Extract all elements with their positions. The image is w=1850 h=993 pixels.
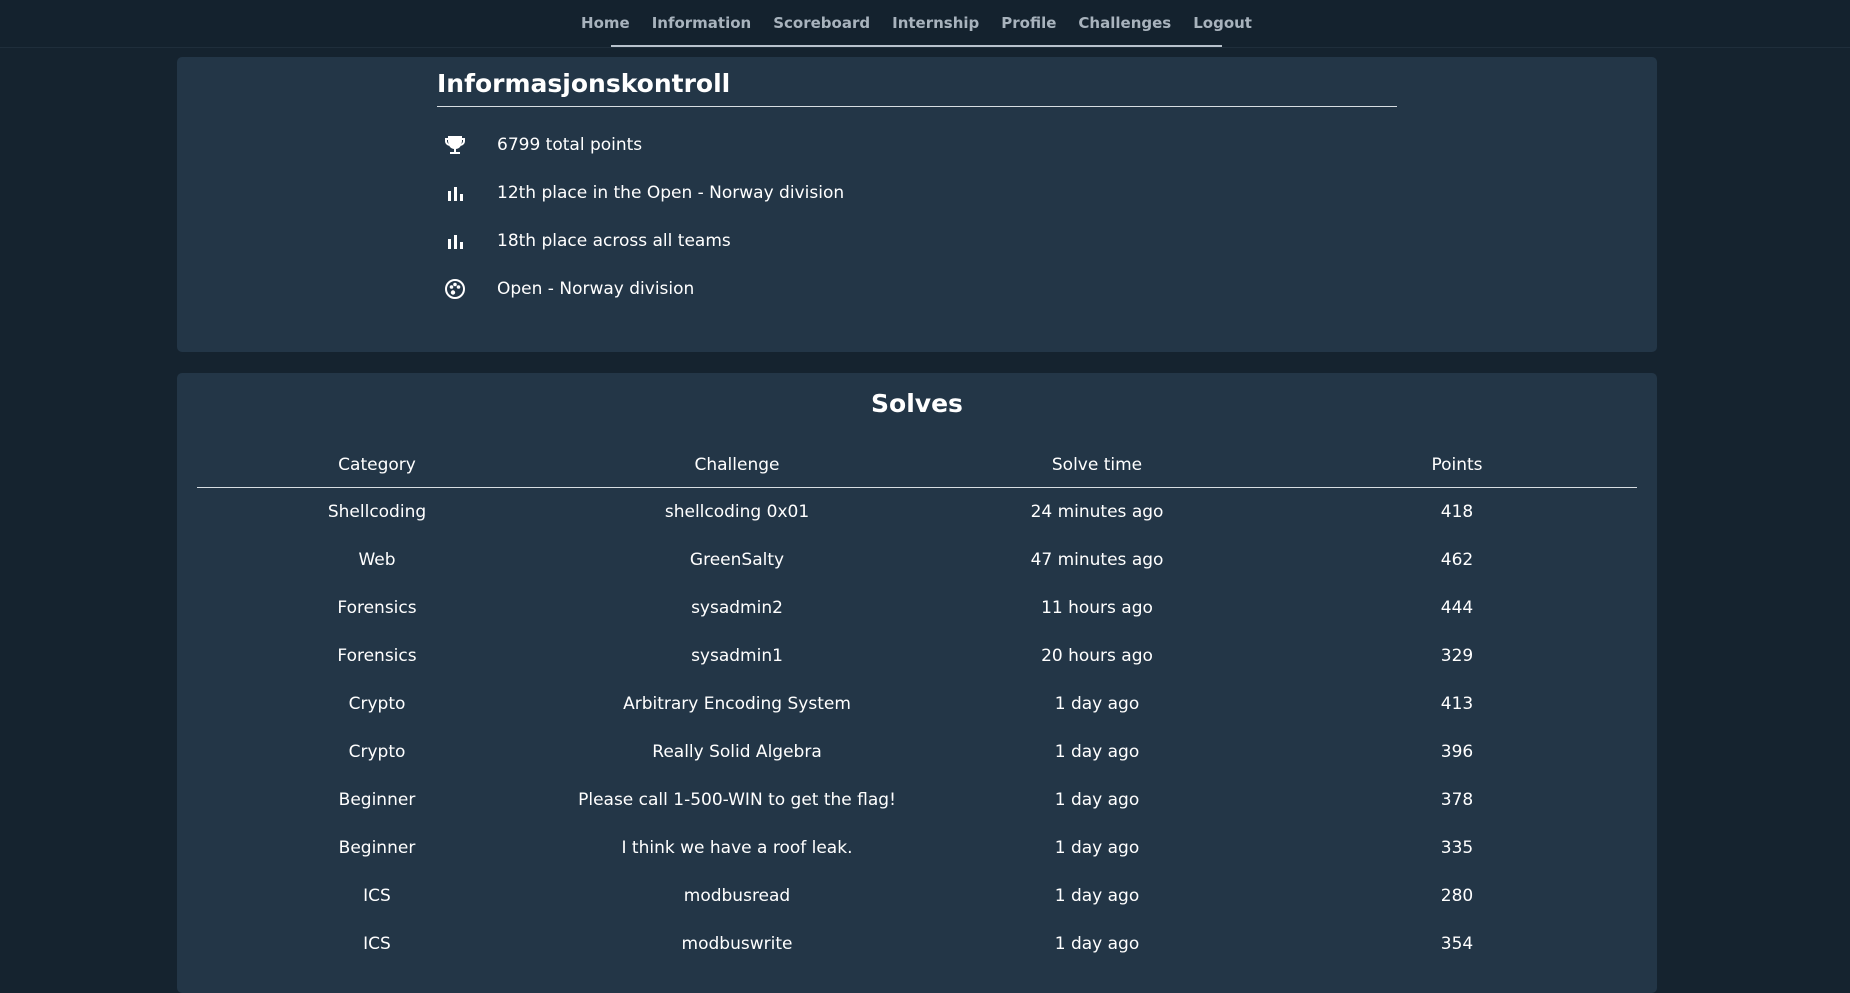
table-row: Crypto Really Solid Algebra 1 day ago 396 [197,728,1637,776]
stat-text: 12th place in the Open - Norway division [497,183,845,203]
challenge-cell: Please call 1-500-WIN to get the flag! [578,790,896,810]
stat-division-place: 12th place in the Open - Norway division [441,178,844,208]
category-cell: Shellcoding [327,502,427,522]
solve-time-cell: 1 day ago [1054,934,1140,954]
points-cell: 378 [1440,790,1474,810]
table-row: ICS modbusread 1 day ago 280 [197,872,1637,920]
challenge-cell: Really Solid Algebra [652,742,822,762]
solve-time-cell: 1 day ago [1054,694,1140,714]
category-cell: Beginner [338,838,416,858]
table-row: Crypto Arbitrary Encoding System 1 day ago… [197,680,1637,728]
solve-time-cell: 47 minutes ago [1030,550,1164,570]
challenge-cell: I think we have a roof leak. [621,838,853,858]
points-cell: 444 [1440,598,1474,618]
challenge-cell: sysadmin1 [691,646,783,666]
solve-time-cell: 1 day ago [1054,838,1140,858]
solves-title: Solves [871,389,963,418]
solve-time-cell: 1 day ago [1054,790,1140,810]
points-cell: 329 [1440,646,1474,666]
nav-profile-link[interactable]: Profile [990,14,1067,32]
category-cell: Crypto [348,694,406,714]
nav-information-link[interactable]: Information [641,14,763,32]
category-cell: Beginner [338,790,416,810]
points-cell: 462 [1440,550,1474,570]
solves-table-body: Shellcoding shellcoding 0x01 24 minutes ag… [197,488,1637,969]
stat-text: 6799 total points [497,135,643,155]
table-row: Web GreenSalty 47 minutes ago 462 [197,536,1637,584]
challenge-cell: GreenSalty [689,550,785,570]
table-row: Shellcoding shellcoding 0x01 24 minutes ag… [197,488,1637,537]
solve-time-cell: 1 day ago [1054,742,1140,762]
challenge-cell: modbuswrite [681,934,793,954]
points-cell: 413 [1440,694,1474,714]
points-cell: 280 [1440,886,1474,906]
solve-time-cell: 11 hours ago [1041,598,1153,618]
category-cell: Crypto [348,742,406,762]
stat-text: 18th place across all teams [497,231,731,251]
nav-home-link[interactable]: Home [570,14,641,32]
solves-card: Solves Category Challenge Solve time Poi… [177,373,1657,993]
nav-challenges-link[interactable]: Challenges [1067,14,1182,32]
team-name: Informasjonskontroll [437,69,1397,107]
nav-internship-link[interactable]: Internship [881,14,990,32]
points-cell: 396 [1440,742,1474,762]
table-row: Beginner Please call 1-500-WIN to get the… [197,776,1637,824]
stat-overall-place: 18th place across all teams [441,226,731,256]
stat-division: Open - Norway division [441,274,694,304]
stat-text: Open - Norway division [497,279,695,299]
team-card: Informasjonskontroll 6799 total points 1… [177,57,1657,352]
table-row: Forensics sysadmin1 20 hours ago 329 [197,632,1637,680]
palette-icon [441,275,469,303]
category-cell: Forensics [337,646,417,666]
nav-links: Home Information Scoreboard Internship Profi… [581,0,1252,47]
points-cell: 418 [1440,502,1474,522]
category-cell: ICS [363,886,391,906]
bar-chart-icon [441,179,469,207]
solve-time-cell: 1 day ago [1054,886,1140,906]
challenge-cell: Arbitrary Encoding System [623,694,851,714]
column-header-category: Category [197,443,557,488]
table-row: Forensics sysadmin2 11 hours ago 444 [197,584,1637,632]
points-cell: 335 [1440,838,1474,858]
nav-scoreboard-link[interactable]: Scoreboard [762,14,881,32]
column-header-solve-time: Solve time [917,443,1277,488]
stat-total-points: 6799 total points [441,130,642,160]
table-header-row: Category Challenge Solve time Points [197,443,1637,488]
category-cell: ICS [363,934,391,954]
challenge-cell: sysadmin2 [691,598,783,618]
solves-table: Category Challenge Solve time Points She… [197,443,1637,968]
trophy-icon [441,131,469,159]
category-cell: Web [358,550,396,570]
points-cell: 354 [1440,934,1474,954]
solve-time-cell: 20 hours ago [1041,646,1153,666]
column-header-points: Points [1277,443,1637,488]
column-header-challenge: Challenge [557,443,917,488]
challenge-cell: shellcoding 0x01 [664,502,810,522]
table-row: ICS modbuswrite 1 day ago 354 [197,920,1637,968]
category-cell: Forensics [337,598,417,618]
table-row: Beginner I think we have a roof leak. 1 da… [197,824,1637,872]
solve-time-cell: 24 minutes ago [1030,502,1164,522]
top-navbar: Home Information Scoreboard Internship Profi… [0,0,1850,48]
challenge-cell: modbusread [683,886,791,906]
bar-chart-icon [441,227,469,255]
nav-logout-link[interactable]: Logout [1182,14,1263,32]
